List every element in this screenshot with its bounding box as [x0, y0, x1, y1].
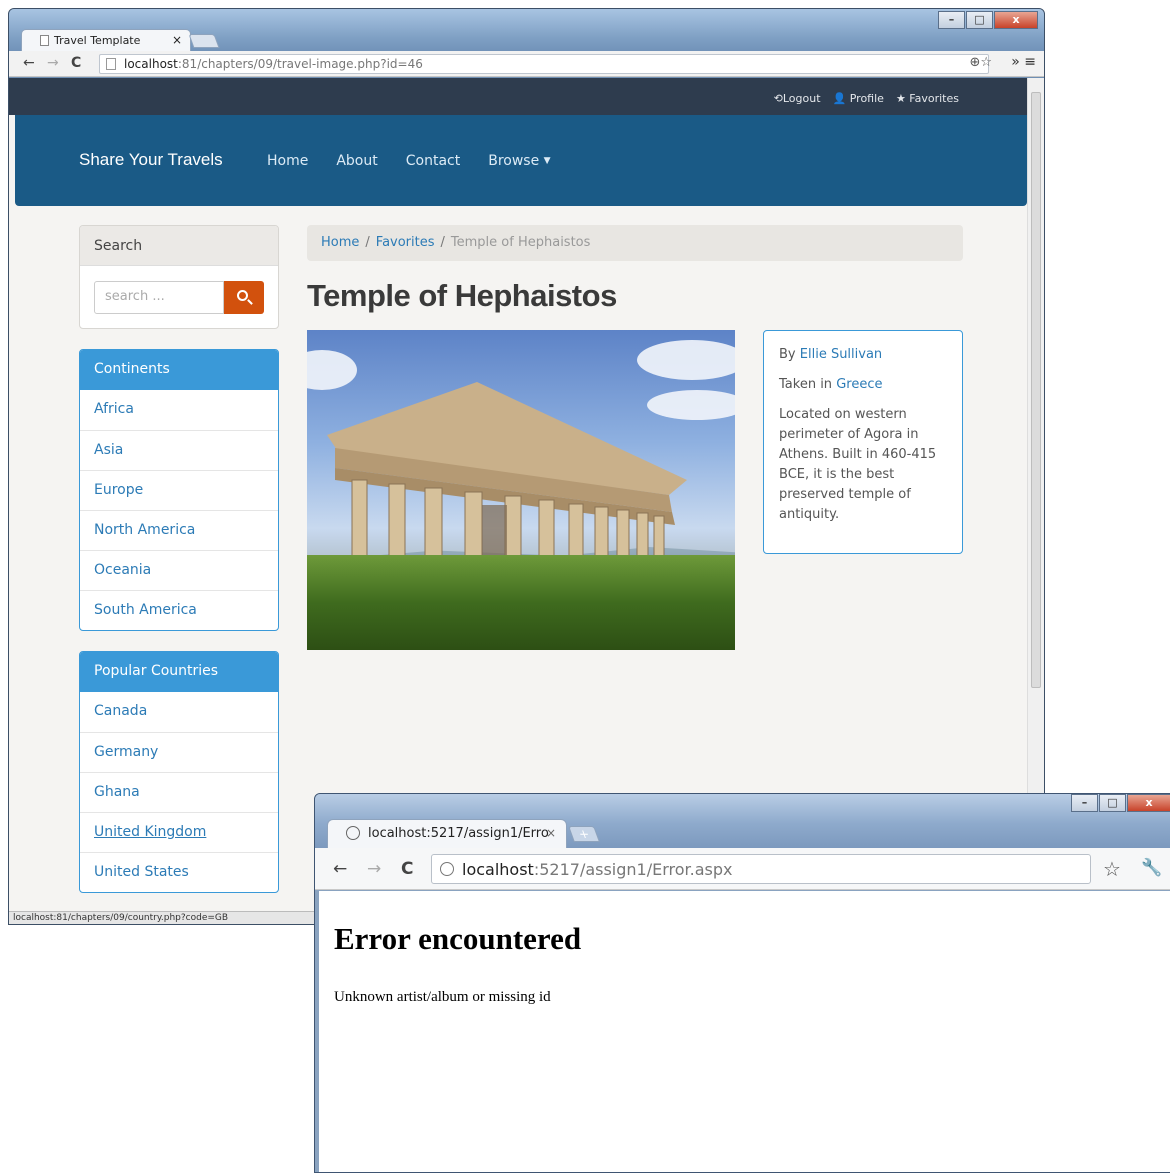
profile-link[interactable]: 👤 Profile — [833, 92, 884, 105]
favorites-link[interactable]: ★ Favorites — [896, 92, 959, 105]
breadcrumb-favorites[interactable]: Favorites — [376, 235, 435, 250]
browser-tab-travel[interactable]: Travel Template × — [21, 29, 191, 51]
browser-tab-error[interactable]: localhost:5217/assign1/Erro × — [327, 819, 567, 848]
taken-prefix: Taken in — [779, 377, 833, 392]
zoom-star-icons[interactable]: ⊕☆ — [969, 55, 992, 70]
close-window-button[interactable]: x — [994, 11, 1038, 29]
close-window-button[interactable]: x — [1127, 794, 1170, 812]
nav-about[interactable]: About — [336, 153, 377, 169]
globe-icon — [440, 862, 454, 876]
country-link[interactable]: Greece — [836, 377, 882, 392]
author-link[interactable]: Ellie Sullivan — [800, 347, 882, 362]
url-field[interactable]: localhost:81/chapters/09/travel-image.ph… — [99, 54, 989, 74]
top-user-bar: ⟲Logout 👤 Profile ★ Favorites — [9, 78, 1027, 115]
temple-photo — [307, 330, 735, 650]
maximize-button[interactable]: □ — [1099, 794, 1126, 812]
reload-icon[interactable]: C — [71, 55, 81, 71]
nav-browse[interactable]: Browse ▼ — [488, 153, 550, 169]
url-path: :5217/assign1/Error.aspx — [533, 860, 733, 879]
url-field[interactable]: localhost:5217/assign1/Error.aspx — [431, 854, 1091, 884]
country-item[interactable]: Canada — [80, 692, 278, 732]
search-input[interactable]: search ... — [94, 281, 224, 314]
country-item[interactable]: United States — [80, 852, 278, 892]
page-viewport: ⟲Logout 👤 Profile ★ Favorites Share Your… — [9, 78, 1027, 914]
continent-item[interactable]: Asia — [80, 430, 278, 470]
menu-icon[interactable]: » ≡ — [1011, 54, 1036, 70]
scrollbar-thumb[interactable] — [1031, 92, 1041, 688]
continent-item[interactable]: Europe — [80, 470, 278, 510]
continent-item[interactable]: North America — [80, 510, 278, 550]
breadcrumb: Home / Favorites / Temple of Hephaistos — [307, 225, 963, 261]
search-button[interactable] — [224, 281, 264, 314]
breadcrumb-home[interactable]: Home — [321, 235, 359, 250]
sidebar: Search search ... Continents Africa Asia… — [79, 225, 279, 913]
continent-item[interactable]: South America — [80, 590, 278, 630]
brand-link[interactable]: Share Your Travels — [79, 150, 223, 170]
new-tab-button[interactable] — [188, 34, 220, 48]
continents-panel: Continents Africa Asia Europe North Amer… — [79, 349, 279, 631]
main-navbar: Share Your Travels Home About Contact Br… — [15, 115, 1027, 206]
new-tab-button[interactable]: + — [568, 826, 600, 842]
logout-link[interactable]: ⟲Logout — [774, 92, 821, 105]
search-icon — [237, 290, 248, 301]
error-heading: Error encountered — [334, 921, 582, 956]
search-panel: Search search ... — [79, 225, 279, 329]
window-controls: – □ x — [937, 11, 1038, 29]
minimize-button[interactable]: – — [1071, 794, 1098, 812]
minimize-button[interactable]: – — [938, 11, 965, 29]
page-title: Temple of Hephaistos — [307, 278, 617, 313]
close-tab-icon[interactable]: × — [546, 826, 556, 840]
bookmark-star-icon[interactable]: ☆ — [1103, 857, 1121, 881]
continent-item[interactable]: Oceania — [80, 550, 278, 590]
page-icon — [40, 35, 49, 46]
wrench-icon[interactable]: 🔧 — [1141, 858, 1162, 878]
country-item[interactable]: United Kingdom — [80, 812, 278, 852]
maximize-button[interactable]: □ — [966, 11, 993, 29]
page-icon — [106, 58, 116, 70]
countries-heading: Popular Countries — [80, 652, 278, 692]
nav-home[interactable]: Home — [267, 153, 308, 169]
photo-description: Located on western perimeter of Agora in… — [779, 407, 937, 522]
error-message: Unknown artist/album or missing id — [334, 989, 551, 1005]
url-host: localhost — [124, 57, 178, 71]
globe-icon — [346, 826, 360, 840]
tab-title: Travel Template — [54, 34, 141, 47]
continent-item[interactable]: Africa — [80, 390, 278, 430]
country-item[interactable]: Germany — [80, 732, 278, 772]
address-bar: ← → C localhost:5217/assign1/Error.aspx … — [315, 848, 1170, 890]
forward-arrow-icon[interactable]: → — [367, 859, 381, 879]
nav-contact[interactable]: Contact — [406, 153, 460, 169]
url-path: :81/chapters/09/travel-image.php?id=46 — [177, 57, 423, 71]
caret-down-icon: ▼ — [543, 156, 551, 166]
by-prefix: By — [779, 347, 796, 362]
back-arrow-icon[interactable]: ← — [333, 859, 347, 879]
countries-panel: Popular Countries Canada Germany Ghana U… — [79, 651, 279, 893]
close-tab-icon[interactable]: × — [172, 33, 182, 47]
tab-title: localhost:5217/assign1/Erro — [368, 826, 549, 841]
error-page: Error encountered Unknown artist/album o… — [319, 891, 1170, 1172]
vertical-scrollbar[interactable] — [1027, 78, 1044, 914]
reload-icon[interactable]: C — [401, 859, 413, 879]
window-controls: – □ x — [1070, 794, 1170, 812]
back-arrow-icon[interactable]: ← — [23, 55, 35, 71]
travel-browser-window: – □ x Travel Template × ← → C localhost:… — [8, 8, 1045, 925]
photo-info-box: By Ellie Sullivan Taken in Greece Locate… — [763, 330, 963, 554]
search-heading: Search — [80, 226, 278, 266]
breadcrumb-current: Temple of Hephaistos — [450, 235, 591, 250]
forward-arrow-icon[interactable]: → — [47, 55, 59, 71]
url-host: localhost — [462, 860, 534, 879]
country-item[interactable]: Ghana — [80, 772, 278, 812]
address-bar: ← → C localhost:81/chapters/09/travel-im… — [9, 51, 1044, 77]
error-browser-window: – □ x localhost:5217/assign1/Erro × + ← … — [314, 793, 1170, 1173]
continents-heading: Continents — [80, 350, 278, 390]
